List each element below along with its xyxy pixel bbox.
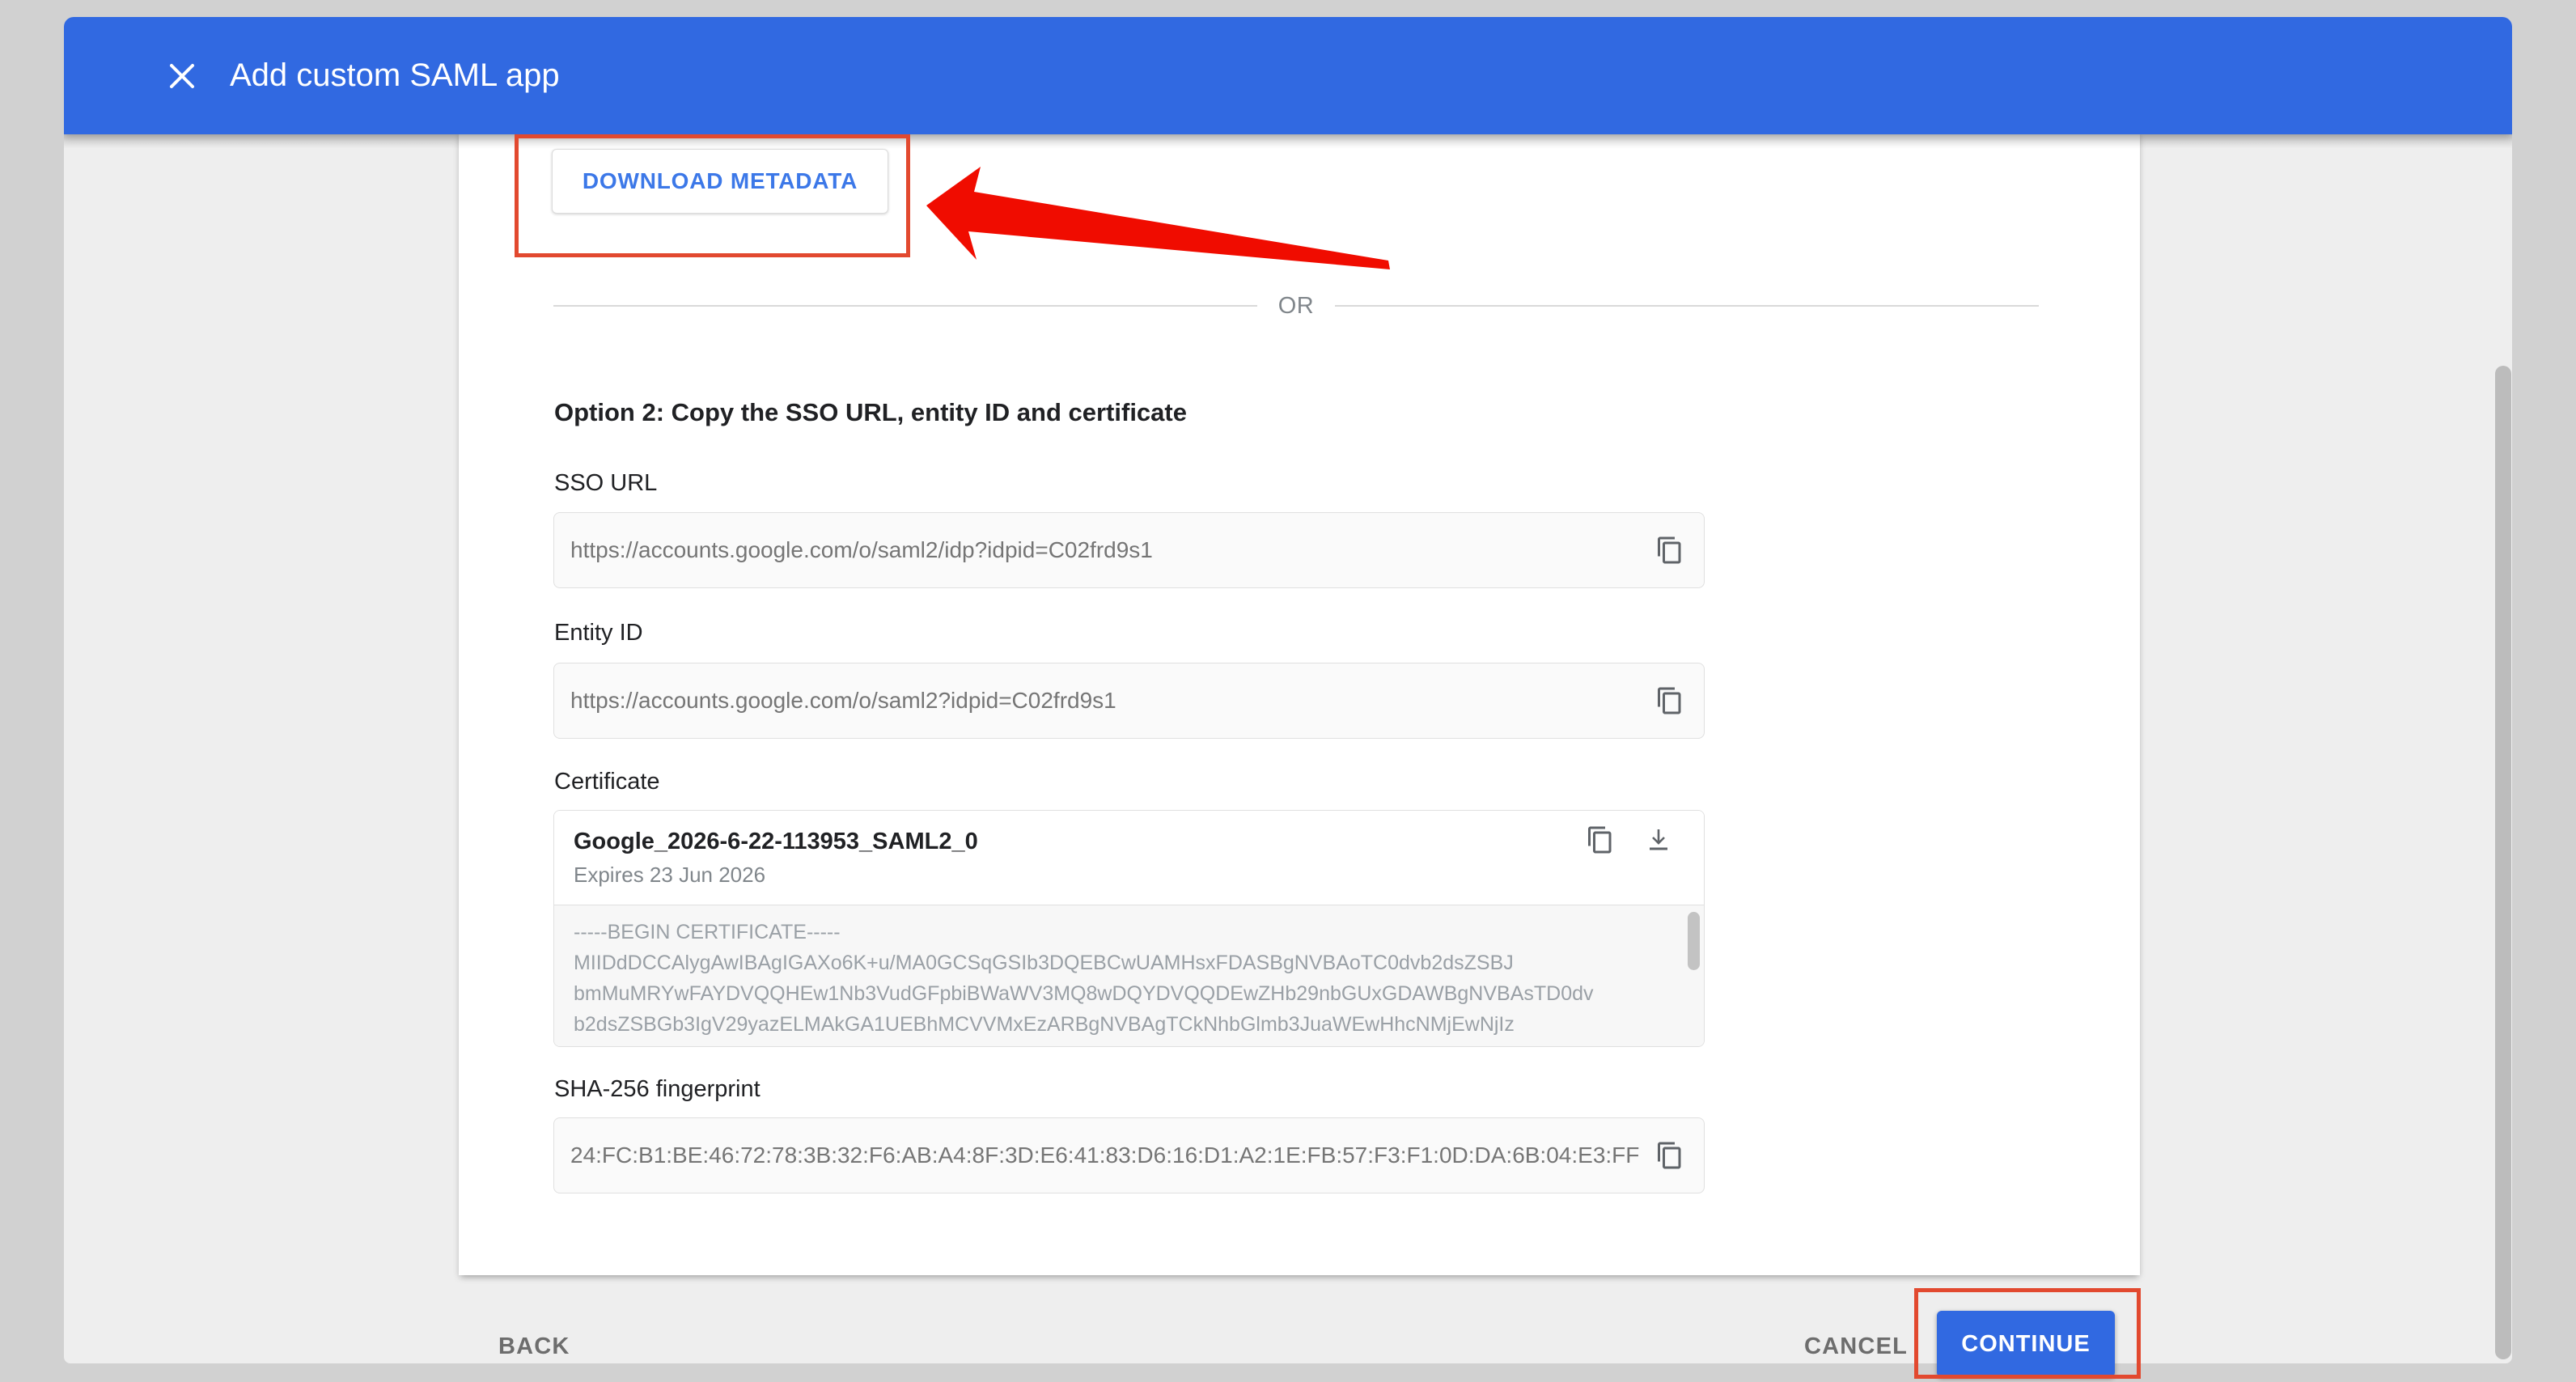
annotation-arrow (890, 154, 1424, 291)
copy-icon (1655, 686, 1684, 715)
sso-url-label: SSO URL (554, 470, 657, 497)
copy-icon (1586, 825, 1618, 854)
certificate-card: Google_2026-6-22-113953_SAML2_0 Expires … (553, 810, 1705, 1047)
dialog-title: Add custom SAML app (230, 17, 560, 134)
certificate-scrollbar[interactable] (1688, 912, 1700, 970)
entity-id-value: https://accounts.google.com/o/saml2?idpi… (554, 688, 1181, 714)
cancel-button[interactable]: CANCEL (1804, 1333, 1908, 1360)
certificate-pem-line: b2dsZSBGb3IgV29yazELMAkGA1UEBhMCVVMxEzAR… (574, 1009, 1671, 1040)
certificate-expiry: Expires 23 Jun 2026 (574, 863, 765, 888)
annotation-rect-download-metadata (515, 134, 910, 257)
or-label: OR (1257, 293, 1336, 320)
entity-id-label: Entity ID (554, 620, 643, 646)
certificate-download-button[interactable] (1644, 825, 1676, 858)
divider-line-left (553, 305, 1257, 307)
close-button[interactable] (151, 17, 213, 134)
dialog-header: Add custom SAML app (64, 17, 2512, 134)
back-button[interactable]: BACK (498, 1333, 570, 1360)
certificate-copy-button[interactable] (1586, 825, 1618, 858)
entity-id-copy-button[interactable] (1654, 685, 1686, 717)
sso-url-field: https://accounts.google.com/o/saml2/idp?… (553, 512, 1705, 588)
certificate-pem-line: bmMuMRYwFAYDVQQHEw1Nb3VudGFpbiBWaWV3MQ8w… (574, 978, 1671, 1009)
sha256-fingerprint-value: 24:FC:B1:BE:46:72:78:3B:32:F6:AB:A4:8F:3… (554, 1142, 1704, 1168)
option2-heading: Option 2: Copy the SSO URL, entity ID an… (554, 398, 1187, 427)
certificate-name: Google_2026-6-22-113953_SAML2_0 (574, 829, 978, 855)
sso-url-value: https://accounts.google.com/o/saml2/idp?… (554, 537, 1218, 563)
or-divider: OR (553, 291, 2039, 320)
divider-line-right (1335, 305, 2039, 307)
copy-icon (1655, 536, 1684, 565)
annotation-rect-continue (1914, 1288, 2141, 1379)
sso-url-copy-button[interactable] (1654, 534, 1686, 566)
sha256-fingerprint-label: SHA-256 fingerprint (554, 1076, 761, 1103)
certificate-pem-line: -----BEGIN CERTIFICATE----- (574, 917, 1671, 947)
certificate-label: Certificate (554, 769, 660, 795)
screen: Add custom SAML app DOWNLOAD METADATA OR… (0, 0, 2576, 1382)
copy-icon (1655, 1141, 1684, 1170)
entity-id-field: https://accounts.google.com/o/saml2?idpi… (553, 663, 1705, 739)
certificate-pem-text: -----BEGIN CERTIFICATE----- MIIDdDCCAlyg… (554, 905, 1704, 1047)
header-shadow (64, 134, 2512, 149)
sha256-fingerprint-field: 24:FC:B1:BE:46:72:78:3B:32:F6:AB:A4:8F:3… (553, 1117, 1705, 1193)
download-icon (1644, 825, 1676, 854)
certificate-header: Google_2026-6-22-113953_SAML2_0 Expires … (554, 811, 1704, 905)
close-icon (164, 58, 200, 94)
certificate-pem-line: MIIDdDCCAlygAwIBAgIGAXo6K+u/MA0GCSqGSIb3… (574, 947, 1671, 978)
sha256-copy-button[interactable] (1654, 1139, 1686, 1172)
dialog-scrollbar[interactable] (2495, 366, 2511, 1359)
